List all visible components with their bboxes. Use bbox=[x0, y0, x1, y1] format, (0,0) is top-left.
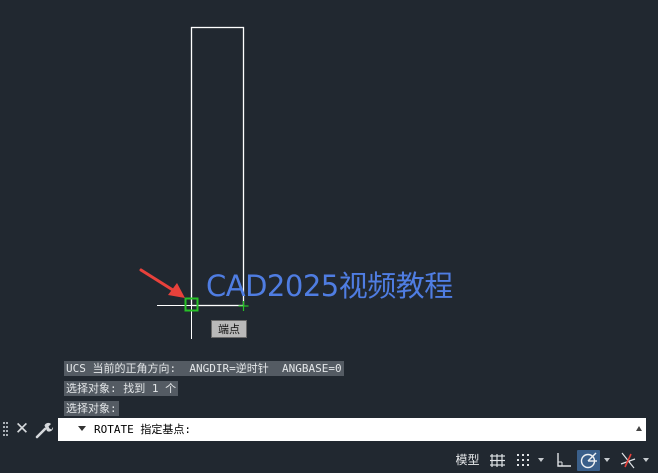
polar-dropdown-icon[interactable] bbox=[604, 458, 610, 462]
history-line: UCS 当前的正角方向: ANGDIR=逆时针 ANGBASE=0 bbox=[64, 361, 344, 376]
command-input[interactable]: ROTATE 指定基点: bbox=[58, 418, 646, 441]
ortho-icon[interactable] bbox=[553, 450, 575, 471]
snap-dropdown-icon[interactable] bbox=[538, 458, 544, 462]
history-line: 选择对象: bbox=[64, 401, 119, 416]
drag-handle-icon[interactable] bbox=[3, 421, 9, 438]
status-bar: 模型 bbox=[0, 448, 658, 473]
red-arrow-annotation bbox=[139, 268, 185, 298]
wrench-icon[interactable] bbox=[34, 420, 54, 440]
history-scroll-up-icon[interactable] bbox=[636, 426, 642, 431]
isometric-dropdown-icon[interactable] bbox=[643, 458, 649, 462]
command-prompt: ROTATE 指定基点: bbox=[94, 423, 191, 436]
snap-tooltip: 端点 bbox=[211, 320, 247, 338]
cad-window: CAD2025视频教程 端点 UCS 当前的正角方向: ANGDIR=逆时针 A… bbox=[0, 0, 658, 473]
watermark-text: CAD2025视频教程 bbox=[206, 269, 453, 303]
model-space-button[interactable]: 模型 bbox=[452, 450, 483, 471]
isometric-icon[interactable] bbox=[617, 450, 639, 471]
history-line: 选择对象: 找到 1 个 bbox=[64, 381, 179, 396]
close-icon[interactable]: ✕ bbox=[14, 419, 30, 439]
recent-commands-dropdown-icon[interactable] bbox=[78, 426, 86, 431]
command-history: UCS 当前的正角方向: ANGDIR=逆时针 ANGBASE=0 选择对象: … bbox=[64, 357, 344, 417]
snap-dots-icon[interactable] bbox=[513, 450, 535, 471]
command-line-bar: ✕ ROTATE 指定基点: bbox=[0, 417, 658, 442]
grid-icon[interactable] bbox=[488, 450, 510, 471]
polar-tracking-icon[interactable] bbox=[577, 450, 600, 471]
